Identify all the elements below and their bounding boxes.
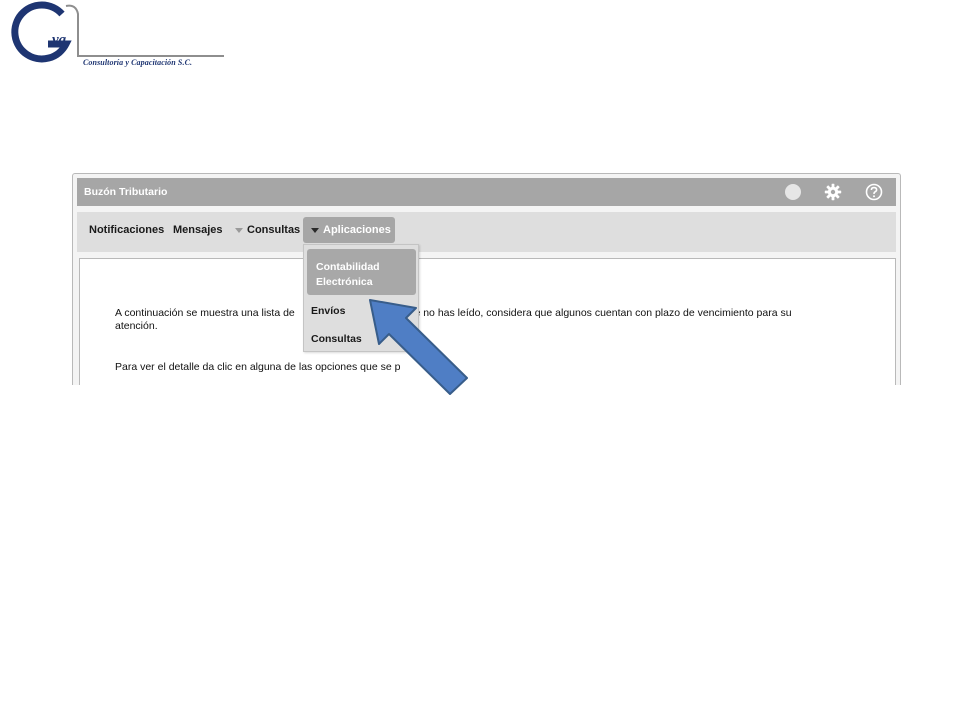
company-logo: va Consultoría y Capacitación S.C. (4, 0, 234, 74)
window-title: Buzón Tributario (84, 186, 168, 198)
nav-notificaciones[interactable]: Notificaciones (89, 224, 164, 236)
intro-paragraph: A continuación se muestra una lista de qu… (115, 307, 792, 332)
menu-item-consultas[interactable]: Consultas (311, 333, 362, 345)
help-icon[interactable] (865, 183, 883, 201)
pointer-arrow-annotation (369, 299, 468, 395)
title-bar: Buzón Tributario (77, 178, 896, 206)
menu-item-contabilidad-electronica[interactable]: Contabilidad Electrónica (307, 249, 416, 295)
caret-down-icon (311, 228, 319, 233)
nav-consultas[interactable]: Consultas (235, 224, 300, 236)
logo-letters: va (52, 32, 67, 48)
status-circle-icon[interactable] (784, 183, 802, 201)
logo-tagline: Consultoría y Capacitación S.C. (83, 58, 193, 67)
caret-down-icon (235, 228, 243, 233)
instructions-paragraph: Para ver el detalle da clic en alguna de… (115, 361, 433, 373)
content-area: A continuación se muestra una lista de qu… (79, 258, 896, 385)
nav-aplicaciones[interactable]: Aplicaciones (303, 217, 395, 243)
nav-mensajes[interactable]: Mensajes (173, 224, 223, 236)
main-nav: Notificaciones Mensajes Consultas Aplica… (77, 212, 896, 252)
buzon-tributario-window: Buzón Tributario Notificaciones Mensajes… (72, 173, 901, 385)
gear-icon[interactable] (824, 183, 842, 201)
menu-item-envios[interactable]: Envíos (311, 305, 345, 317)
